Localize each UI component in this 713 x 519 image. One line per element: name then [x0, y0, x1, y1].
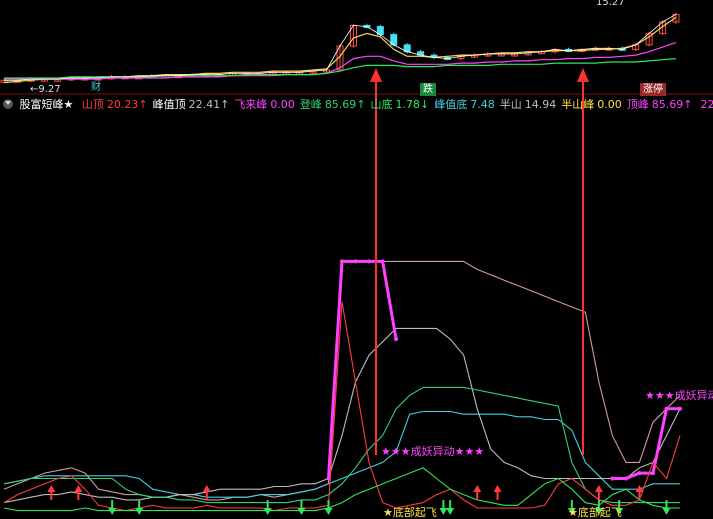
arrow-up-icon: ↑: [356, 98, 366, 111]
down-arrow-icon: [446, 508, 455, 515]
stock-chart: ←9.27 15.27 ★★★成妖异动★★★ ★★★成妖异动 ★底部起飞 ★底部起飞: [0, 0, 713, 519]
indicator-dot: [340, 259, 344, 264]
legend-label: 登峰: [299, 98, 322, 111]
legend-label: 顶峰: [626, 98, 649, 111]
surge-signal-label-right: ★★★成妖异动: [645, 388, 713, 402]
up-arrow-icon: [493, 485, 502, 492]
up-arrow-icon: [473, 485, 482, 492]
legend-value: 14.94: [524, 98, 557, 111]
legend-value: 0.00: [270, 98, 295, 111]
bottom-signal-label: ★底部起飞: [383, 505, 437, 519]
legend-label: 山顶: [81, 98, 104, 111]
price-tag-die: 跌: [420, 83, 436, 96]
indicator-dot: [353, 259, 358, 264]
indicator-line-山底: [3, 467, 680, 512]
arrow-up-icon: ↑: [138, 98, 148, 111]
arrow-up-icon: ↑: [220, 98, 230, 111]
down-arrow-icon: [108, 508, 117, 515]
price-tag-cai: 财: [91, 82, 101, 93]
indicator-dot: [650, 471, 655, 476]
legend-item: 半山 14.94: [500, 96, 557, 114]
legend-label: 峰值底: [434, 98, 468, 111]
low-price-label: ←9.27: [30, 84, 61, 95]
price-tag-zhangting: 涨停: [640, 83, 666, 96]
indicator-dot: [610, 476, 615, 481]
legend-label: 半山: [499, 98, 522, 111]
legend-label: 飞来峰: [234, 98, 268, 111]
high-price-label: 15.27: [596, 0, 625, 8]
indicator-dot: [367, 259, 372, 264]
down-arrow-icon: [439, 508, 448, 515]
up-arrow-icon: [47, 485, 56, 492]
indicator-dot: [637, 471, 642, 476]
legend-value: 22.41: [188, 98, 221, 111]
indicator-dot: [678, 406, 682, 411]
legend-value: 22.41: [700, 98, 713, 111]
indicator-dot: [380, 259, 385, 264]
surge-signal-label: ★★★成妖异动★★★: [381, 444, 484, 458]
indicator-dot: [664, 406, 669, 411]
signal-arrow-icon: [370, 68, 382, 82]
down-arrow-icon: [263, 508, 272, 515]
bottom-signal-label-2: ★底部起飞: [568, 505, 622, 519]
arrow-down-icon: ↓: [420, 98, 430, 111]
indicator-line-峰值顶: [3, 260, 681, 501]
legend-value: 85.69: [651, 98, 684, 111]
indicator-legend: 股富短峰★ 山顶 20.23↑ 峰值顶 22.41↑ 飞来峰 0.00 登峰 85.69↑ 山底…: [0, 96, 713, 114]
indicator-name: 股富短峰★: [19, 98, 74, 111]
legend-value: 20.23: [106, 98, 139, 111]
up-arrow-icon: [594, 485, 603, 492]
up-arrow-icon: [202, 485, 211, 492]
down-arrow-icon: [297, 508, 306, 515]
legend-item: 22.41↑: [697, 96, 713, 114]
legend-item: 峰值底 7.48: [434, 96, 495, 114]
legend-item: 山顶 20.23↑: [82, 96, 148, 114]
down-arrow-icon: [662, 508, 671, 515]
indicator-dot: [394, 337, 399, 342]
legend-item: 顶峰 85.69↑: [627, 96, 693, 114]
legend-value: 7.48: [470, 98, 495, 111]
indicator-panel: [3, 259, 682, 515]
legend-item: 山底 1.78↓: [371, 96, 430, 114]
signal-arrow-icon: [577, 68, 589, 82]
arrow-up-icon: ↑: [683, 98, 693, 111]
down-arrow-icon: [135, 508, 144, 515]
legend-item: 峰值顶 22.41↑: [153, 96, 230, 114]
legend-label: 半山峰: [561, 98, 595, 111]
legend-items: 山顶 20.23↑ 峰值顶 22.41↑ 飞来峰 0.00 登峰 85.69↑ 山底 1.78↓ 峰…: [77, 96, 713, 114]
legend-value: 0.00: [597, 98, 622, 111]
signal-overlay: ★★★成妖异动★★★ ★★★成妖异动 ★底部起飞 ★底部起飞: [370, 68, 713, 519]
legend-value: 85.69: [324, 98, 357, 111]
legend-value: 1.78: [395, 98, 421, 111]
legend-label: 山底: [370, 98, 393, 111]
down-arrow-icon: [324, 508, 333, 515]
collapse-chevron-icon[interactable]: [3, 99, 13, 109]
indicator-line-山顶: [3, 301, 681, 512]
legend-item: 登峰 85.69↑: [300, 96, 366, 114]
legend-label: 峰值顶: [152, 98, 186, 111]
legend-item: 半山峰 0.00: [561, 96, 622, 114]
indicator-dot: [623, 476, 628, 481]
legend-item: 飞来峰 0.00: [234, 96, 295, 114]
price-panel: ←9.27 15.27: [0, 0, 713, 95]
